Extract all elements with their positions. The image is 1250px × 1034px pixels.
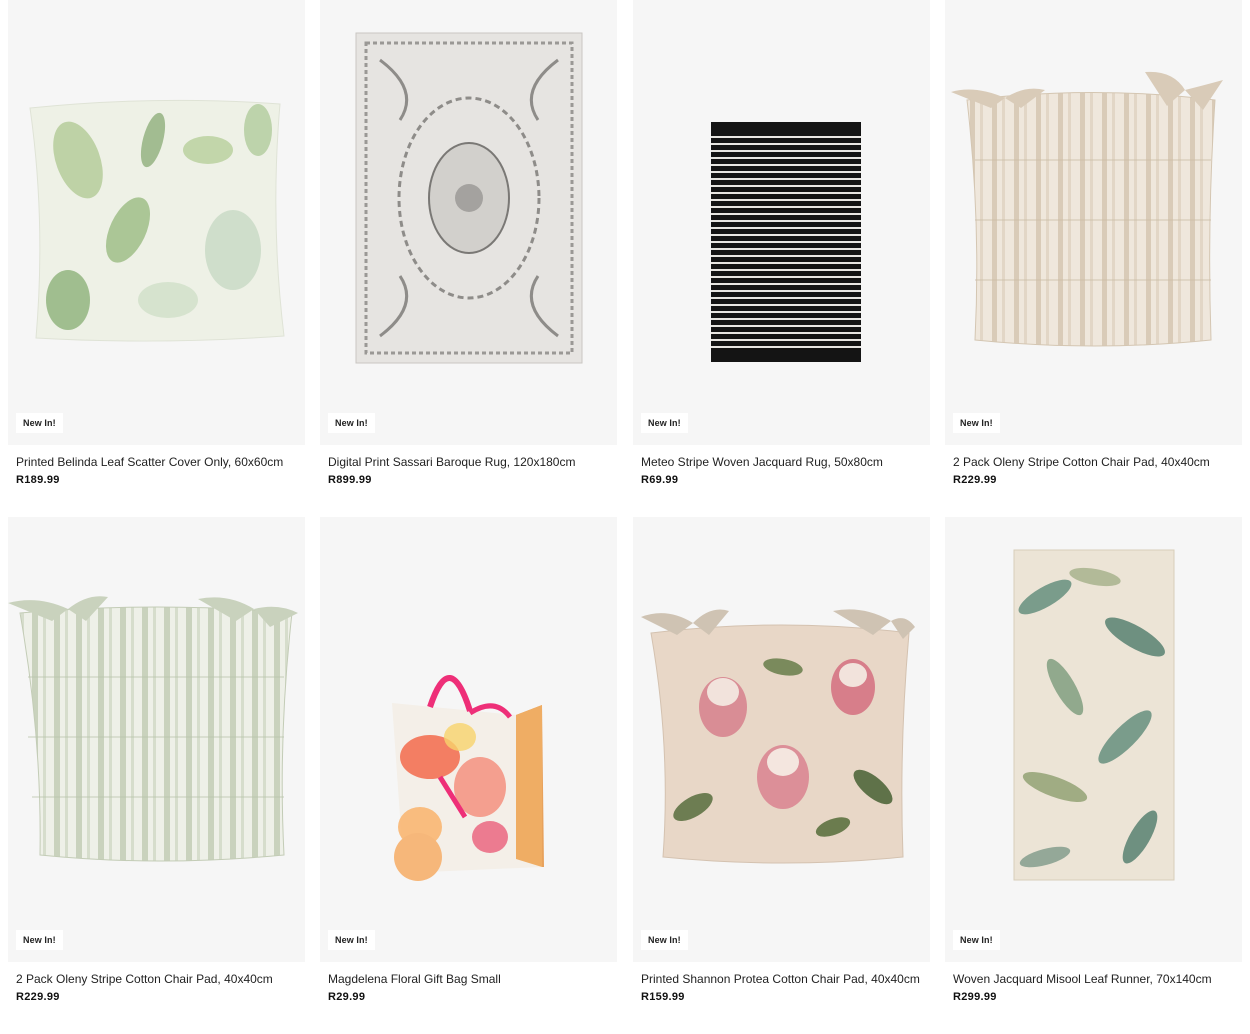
product-image — [392, 675, 544, 881]
product-image — [8, 596, 298, 862]
product-card[interactable]: New In! Woven Jacquard Misool Leaf Runne… — [945, 517, 1242, 1003]
product-image-link[interactable]: New In! — [633, 0, 930, 445]
product-image — [711, 122, 861, 362]
product-title[interactable]: Digital Print Sassari Baroque Rug, 120x1… — [328, 455, 617, 469]
new-in-badge: New In! — [641, 930, 688, 950]
product-card[interactable]: New In! 2 Pack Oleny Stripe Cotton Chair… — [8, 517, 305, 1003]
product-image — [641, 609, 915, 864]
product-price: R189.99 — [16, 474, 60, 486]
product-card[interactable]: New In! Meteo Stripe Woven Jacquard Rug,… — [633, 0, 930, 486]
product-image-link[interactable]: New In! — [320, 0, 617, 445]
new-in-badge: New In! — [328, 413, 375, 433]
product-image-link[interactable]: New In! — [8, 0, 305, 445]
new-in-badge: New In! — [953, 930, 1000, 950]
product-image — [1013, 549, 1175, 881]
product-card[interactable]: New In! Magdelena Floral Gift Bag Small … — [320, 517, 617, 1003]
product-title[interactable]: 2 Pack Oleny Stripe Cotton Chair Pad, 40… — [16, 972, 305, 986]
product-price: R899.99 — [328, 474, 372, 486]
product-title[interactable]: Printed Belinda Leaf Scatter Cover Only,… — [16, 455, 305, 469]
product-title[interactable]: Printed Shannon Protea Cotton Chair Pad,… — [641, 972, 930, 986]
product-price: R229.99 — [953, 474, 997, 486]
product-image-link[interactable]: New In! — [8, 517, 305, 962]
product-title[interactable]: Magdelena Floral Gift Bag Small — [328, 972, 617, 986]
product-grid: New In! Printed Belinda Leaf Scatter Cov… — [0, 0, 1250, 1034]
new-in-badge: New In! — [641, 413, 688, 433]
product-card[interactable]: New In! Printed Belinda Leaf Scatter Cov… — [8, 0, 305, 486]
product-image-link[interactable]: New In! — [945, 0, 1242, 445]
product-image-link[interactable]: New In! — [633, 517, 930, 962]
product-price: R69.99 — [641, 474, 679, 486]
product-card[interactable]: New In! Printed Shannon Protea Cotton Ch… — [633, 517, 930, 1003]
product-title[interactable]: 2 Pack Oleny Stripe Cotton Chair Pad, 40… — [953, 455, 1242, 469]
product-image — [355, 32, 583, 364]
product-image-link[interactable]: New In! — [320, 517, 617, 962]
product-card[interactable]: New In! 2 Pack Oleny Stripe Cotton Chair… — [945, 0, 1242, 486]
product-price: R159.99 — [641, 991, 685, 1003]
new-in-badge: New In! — [328, 930, 375, 950]
product-title[interactable]: Woven Jacquard Misool Leaf Runner, 70x14… — [953, 972, 1242, 986]
new-in-badge: New In! — [953, 413, 1000, 433]
new-in-badge: New In! — [16, 413, 63, 433]
product-image — [29, 99, 285, 342]
product-price: R299.99 — [953, 991, 997, 1003]
new-in-badge: New In! — [16, 930, 63, 950]
product-title[interactable]: Meteo Stripe Woven Jacquard Rug, 50x80cm — [641, 455, 930, 469]
product-image-link[interactable]: New In! — [945, 517, 1242, 962]
product-price: R229.99 — [16, 991, 60, 1003]
product-image — [951, 71, 1223, 347]
product-card[interactable]: New In! Digital Print Sassari Baroque Ru… — [320, 0, 617, 486]
product-price: R29.99 — [328, 991, 366, 1003]
